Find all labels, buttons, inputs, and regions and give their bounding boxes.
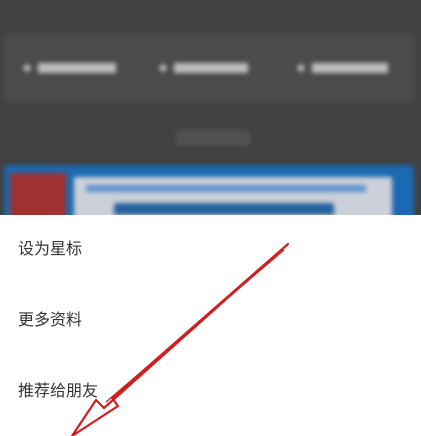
menu-item-more-info[interactable]: 更多资料 [0,288,421,348]
menu-item-label: 设为星标 [18,239,83,258]
modal-dim-overlay[interactable] [0,0,421,215]
menu-item-star-friend[interactable]: 设为星标 [0,217,421,277]
action-sheet: 设为星标 更多资料 推荐给朋友 [0,215,421,436]
menu-item-recommend-to-friend[interactable]: 推荐给朋友 [0,359,421,419]
menu-item-label: 推荐给朋友 [18,381,99,400]
menu-item-label: 更多资料 [18,310,83,329]
background-screen [0,0,421,215]
